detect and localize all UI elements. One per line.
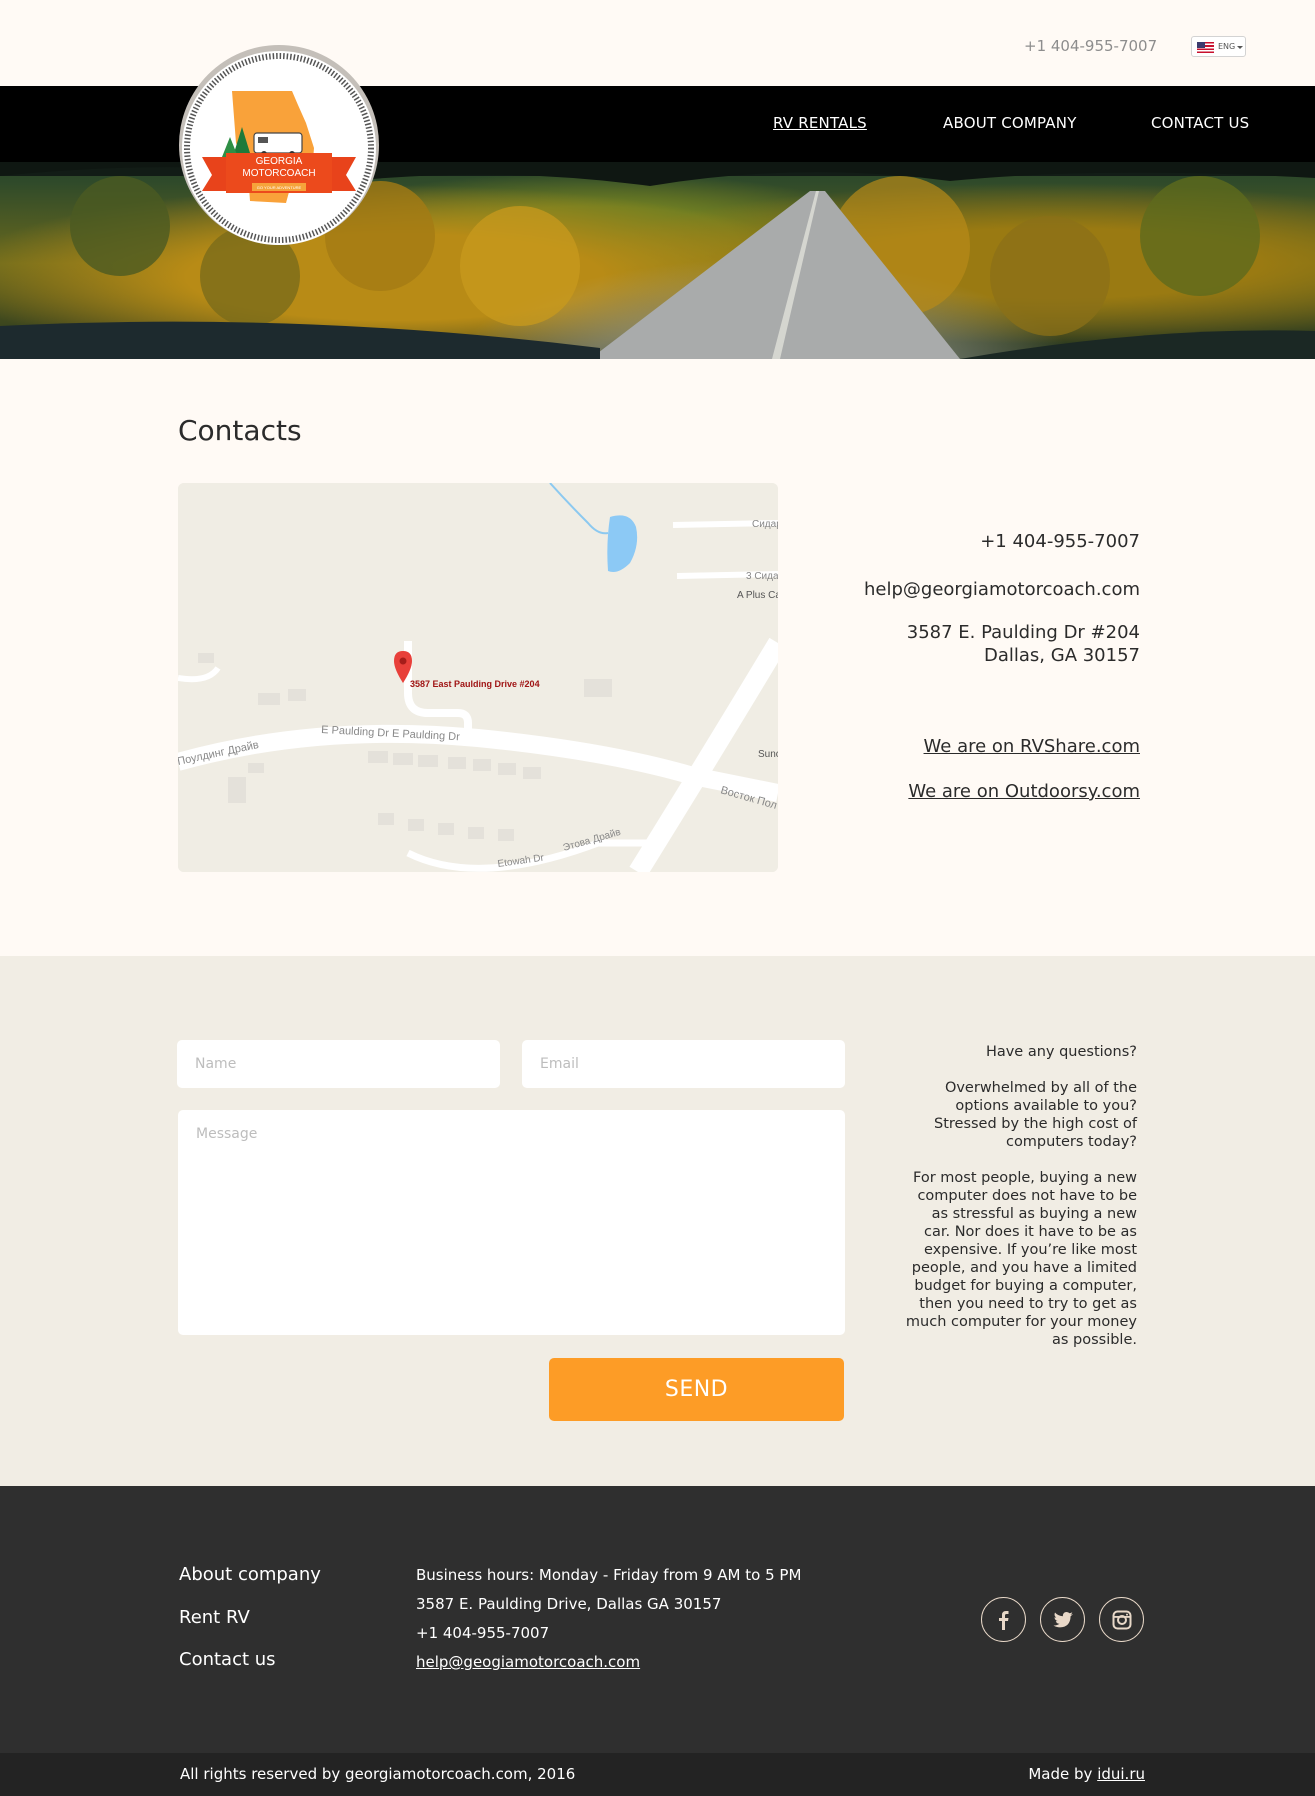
side-question: Have any questions? [985, 1044, 1137, 1060]
language-label: ENG [1218, 42, 1236, 51]
twitter-icon[interactable] [1040, 1597, 1085, 1642]
footer-address: 3587 E. Paulding Drive, Dallas GA 30157 [416, 1595, 722, 1613]
map-marker-label: 3587 East Paulding Drive #204 [410, 679, 540, 689]
map-label-sidar3: 3 Сида [746, 571, 778, 582]
language-selector[interactable]: ENG [1191, 36, 1246, 57]
footer-phone[interactable]: +1 404-955-7007 [416, 1624, 549, 1642]
side-paragraph-1: Overwhelmed by all of the options availa… [934, 1080, 1137, 1150]
logo-tagline: GO YOUR ADVENTURE [257, 185, 302, 190]
name-input[interactable] [177, 1040, 500, 1088]
nav-contact-us[interactable]: CONTACT US [1151, 114, 1249, 132]
logo-line1: GEORGIA [256, 156, 303, 167]
contact-address-line2: Dallas, GA 30157 [984, 645, 1140, 666]
map-label-sunc: Sunc [758, 749, 778, 760]
instagram-icon[interactable] [1099, 1597, 1144, 1642]
logo-line2: MOTORCOACH [242, 168, 315, 179]
footer-link-contact[interactable]: Contact us [179, 1649, 276, 1670]
contact-phone[interactable]: +1 404-955-7007 [980, 531, 1140, 552]
made-by-link[interactable]: idui.ru [1097, 1765, 1145, 1783]
nav-about-company[interactable]: ABOUT COMPANY [943, 114, 1077, 132]
footer-hours: Business hours: Monday - Friday from 9 A… [416, 1566, 802, 1584]
footer-link-rent-rv[interactable]: Rent RV [179, 1607, 250, 1628]
nav-rv-rentals[interactable]: RV RENTALS [773, 114, 867, 132]
made-by: Made by idui.ru [1028, 1765, 1145, 1783]
caret-down-icon [1237, 46, 1243, 49]
map-label-aplus: A Plus Ca [737, 590, 778, 601]
footer-link-about[interactable]: About company [179, 1564, 321, 1585]
facebook-icon[interactable] [981, 1597, 1026, 1642]
copyright: All rights reserved by georgiamotorcoach… [180, 1765, 576, 1783]
contact-address-line1: 3587 E. Paulding Dr #204 [906, 622, 1140, 643]
us-flag-icon [1197, 42, 1214, 53]
footer-email[interactable]: help@geogiamotorcoach.com [416, 1653, 640, 1671]
link-outdoorsy[interactable]: We are on Outdoorsy.com [908, 781, 1140, 802]
map-label-sidar: Сидар [752, 519, 778, 530]
link-rvshare[interactable]: We are on RVShare.com [924, 736, 1140, 757]
contact-email[interactable]: help@georgiamotorcoach.com [864, 579, 1140, 600]
header-phone[interactable]: +1 404-955-7007 [1024, 37, 1157, 55]
email-input[interactable] [522, 1040, 845, 1088]
send-button[interactable]: SEND [549, 1358, 844, 1421]
page-title: Contacts [178, 414, 302, 447]
logo[interactable]: GEORGIA MOTORCOACH GO YOUR ADVENTURE [174, 33, 384, 248]
made-by-prefix: Made by [1028, 1765, 1098, 1783]
message-textarea[interactable] [178, 1110, 845, 1335]
map[interactable]: Сидар 3 Сида A Plus Ca Sunc Восток Пол t… [178, 483, 778, 872]
side-paragraph-2: For most people, buying a new computer d… [905, 1170, 1137, 1348]
